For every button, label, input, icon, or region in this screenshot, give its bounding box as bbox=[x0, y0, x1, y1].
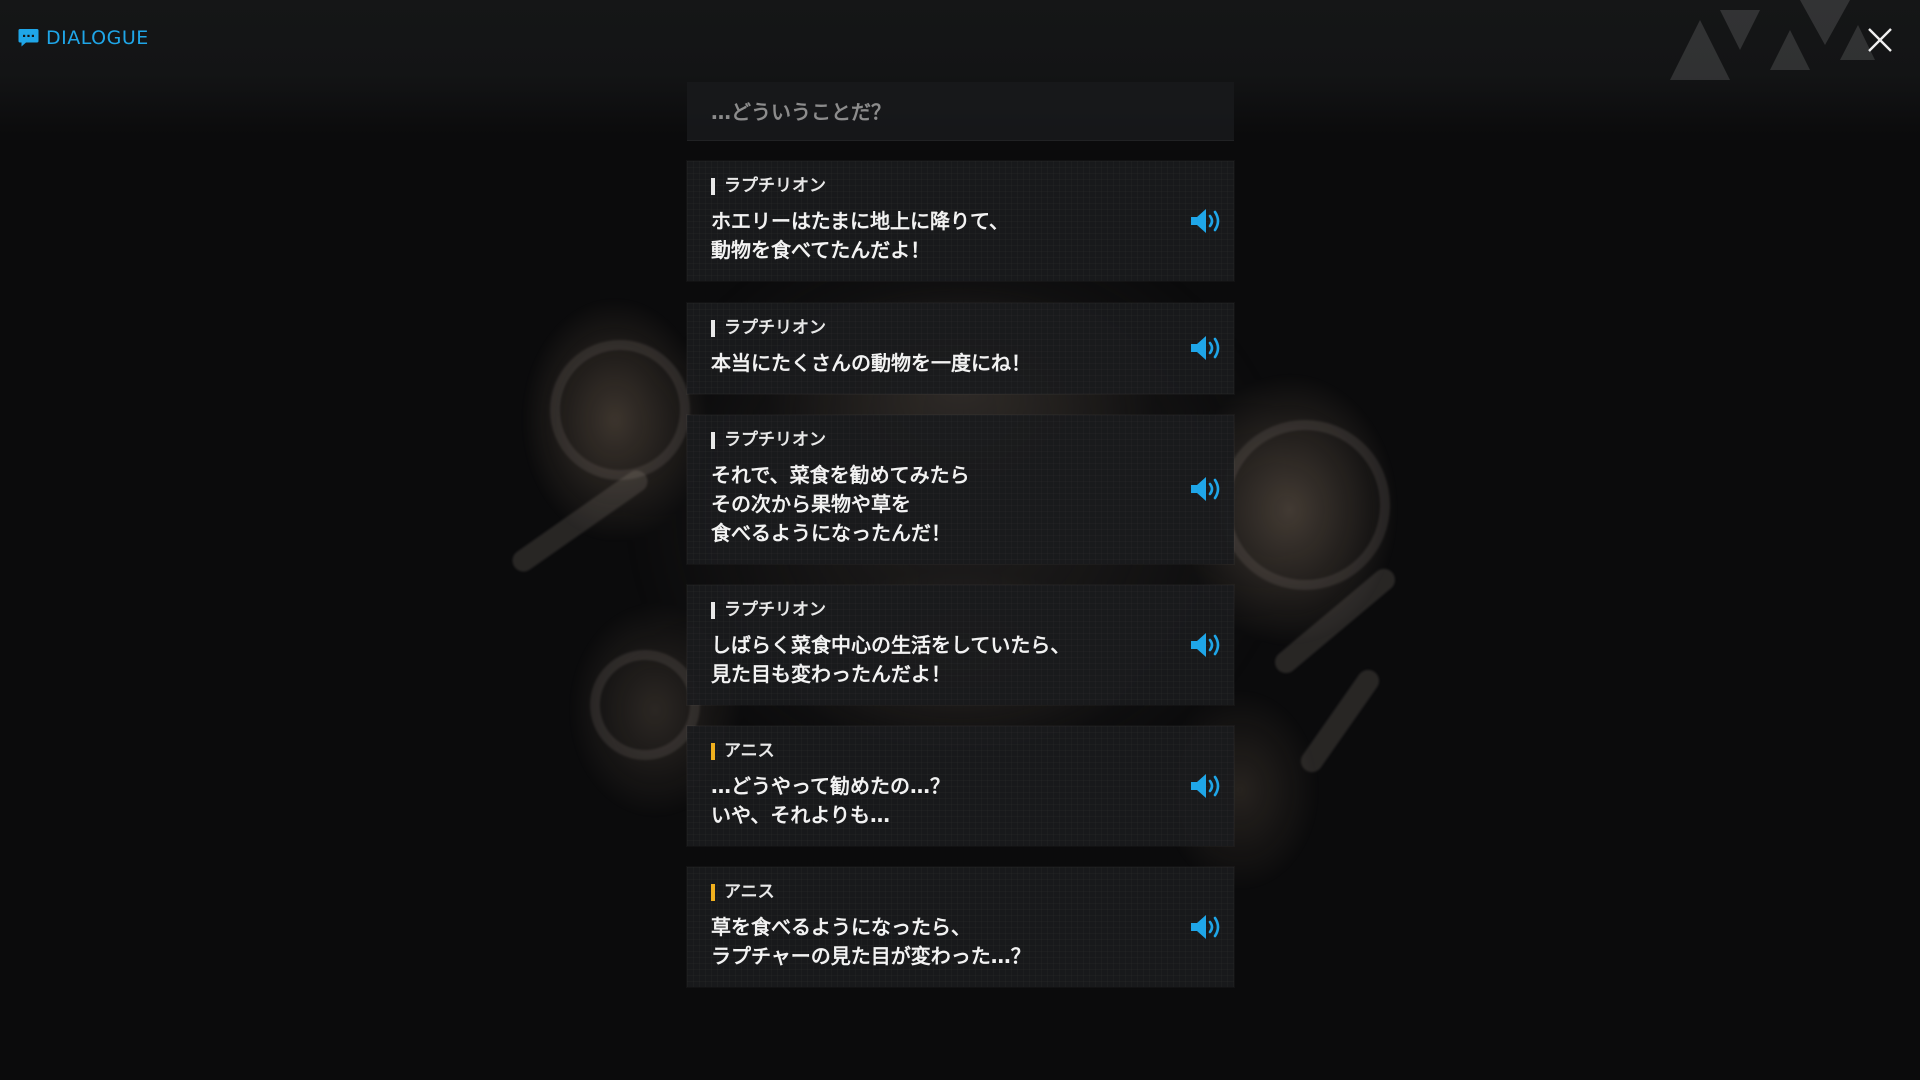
dialogue-entry: ラプチリオン 本当にたくさんの動物を一度にね！ bbox=[687, 303, 1234, 394]
dialogue-entry: アニス …どうやって勧めたの…？ いや、それよりも… bbox=[687, 726, 1234, 846]
dialogue-text: …どうやって勧めたの…？ いや、それよりも… bbox=[711, 772, 950, 830]
speaker-icon bbox=[1191, 774, 1220, 798]
dialogue-line: 食べるようになったんだ！ bbox=[711, 521, 951, 545]
dialogue-text: 草を食べるようになったら、 ラプチャーの見た目が変わった…？ bbox=[711, 913, 1031, 971]
speaker-label: アニス bbox=[711, 741, 775, 761]
close-icon bbox=[1868, 28, 1892, 52]
speaker-icon bbox=[1191, 209, 1220, 233]
speaker-icon bbox=[1191, 633, 1220, 657]
speaker-marker bbox=[711, 431, 715, 449]
speaker-label: ラプチリオン bbox=[711, 318, 826, 338]
dialogue-entry: アニス 草を食べるようになったら、 ラプチャーの見た目が変わった…？ bbox=[687, 867, 1234, 987]
close-button[interactable] bbox=[1864, 24, 1896, 56]
dialogue-line: しばらく菜食中心の生活をしていたら、 bbox=[711, 633, 1071, 657]
dialogue-line: ホエリーはたまに地上に降りて、 bbox=[711, 209, 1009, 233]
previous-dialogue-entry: …どういうことだ？ bbox=[687, 82, 1234, 141]
play-voice-button[interactable] bbox=[1188, 771, 1224, 801]
previous-line-text: …どういうことだ？ bbox=[711, 100, 891, 124]
play-voice-button[interactable] bbox=[1188, 333, 1224, 363]
dialogue-text: それで、菜食を勧めてみたら その次から果物や草を 食べるようになったんだ！ bbox=[711, 461, 970, 548]
dialogue-text: ホエリーはたまに地上に降りて、 動物を食べてたんだよ！ bbox=[711, 207, 1009, 265]
dialogue-line: ラプチャーの見た目が変わった…？ bbox=[711, 944, 1031, 968]
dialogue-line: 見た目も変わったんだよ！ bbox=[711, 662, 951, 686]
play-voice-button[interactable] bbox=[1188, 630, 1224, 660]
speaker-marker bbox=[711, 883, 715, 901]
dialogue-entry: ラプチリオン しばらく菜食中心の生活をしていたら、 見た目も変わったんだよ！ bbox=[687, 585, 1234, 705]
dialogue-line: 本当にたくさんの動物を一度にね！ bbox=[711, 351, 1031, 375]
dialogue-line: それで、菜食を勧めてみたら bbox=[711, 463, 970, 487]
dialogue-text: 本当にたくさんの動物を一度にね！ bbox=[711, 349, 1031, 378]
speaker-label: ラプチリオン bbox=[711, 600, 826, 620]
speaker-icon bbox=[1191, 915, 1220, 939]
chat-bubble-icon bbox=[18, 29, 39, 47]
speaker-marker bbox=[711, 742, 715, 760]
dialogue-line: …どうやって勧めたの…？ bbox=[711, 774, 950, 798]
speaker-label: ラプチリオン bbox=[711, 176, 826, 196]
dialogue-line: 動物を食べてたんだよ！ bbox=[711, 238, 931, 262]
dialogue-entry: ラプチリオン それで、菜食を勧めてみたら その次から果物や草を 食べるようになっ… bbox=[687, 415, 1234, 564]
speaker-label: アニス bbox=[711, 882, 775, 902]
dialogue-text: しばらく菜食中心の生活をしていたら、 見た目も変わったんだよ！ bbox=[711, 631, 1070, 689]
speaker-marker bbox=[711, 177, 715, 195]
dialogue-line: いや、それよりも… bbox=[711, 803, 890, 827]
dialogue-header: DIALOGUE bbox=[18, 27, 149, 49]
speaker-icon bbox=[1191, 336, 1220, 360]
play-voice-button[interactable] bbox=[1188, 912, 1224, 942]
dialogue-line: 草を食べるようになったら、 bbox=[711, 915, 971, 939]
speaker-name: ラプチリオン bbox=[724, 176, 826, 196]
speaker-icon bbox=[1191, 477, 1220, 501]
speaker-name: アニス bbox=[724, 741, 775, 761]
play-voice-button[interactable] bbox=[1188, 474, 1224, 504]
speaker-marker bbox=[711, 319, 715, 337]
speaker-name: アニス bbox=[724, 882, 775, 902]
speaker-label: ラプチリオン bbox=[711, 430, 826, 450]
play-voice-button[interactable] bbox=[1188, 206, 1224, 236]
dialogue-log-screen: DIALOGUE …どういうことだ？ ラプチリオン ホエリーはたまに地上に降りて… bbox=[0, 0, 1920, 1080]
speaker-name: ラプチリオン bbox=[724, 430, 826, 450]
dialogue-line: その次から果物や草を bbox=[711, 492, 911, 516]
dialogue-entry: ラプチリオン ホエリーはたまに地上に降りて、 動物を食べてたんだよ！ bbox=[687, 161, 1234, 281]
speaker-name: ラプチリオン bbox=[724, 600, 826, 620]
speaker-name: ラプチリオン bbox=[724, 318, 826, 338]
corner-pattern-art bbox=[1670, 0, 1875, 80]
speaker-marker bbox=[711, 601, 715, 619]
dialogue-title: DIALOGUE bbox=[46, 27, 149, 49]
